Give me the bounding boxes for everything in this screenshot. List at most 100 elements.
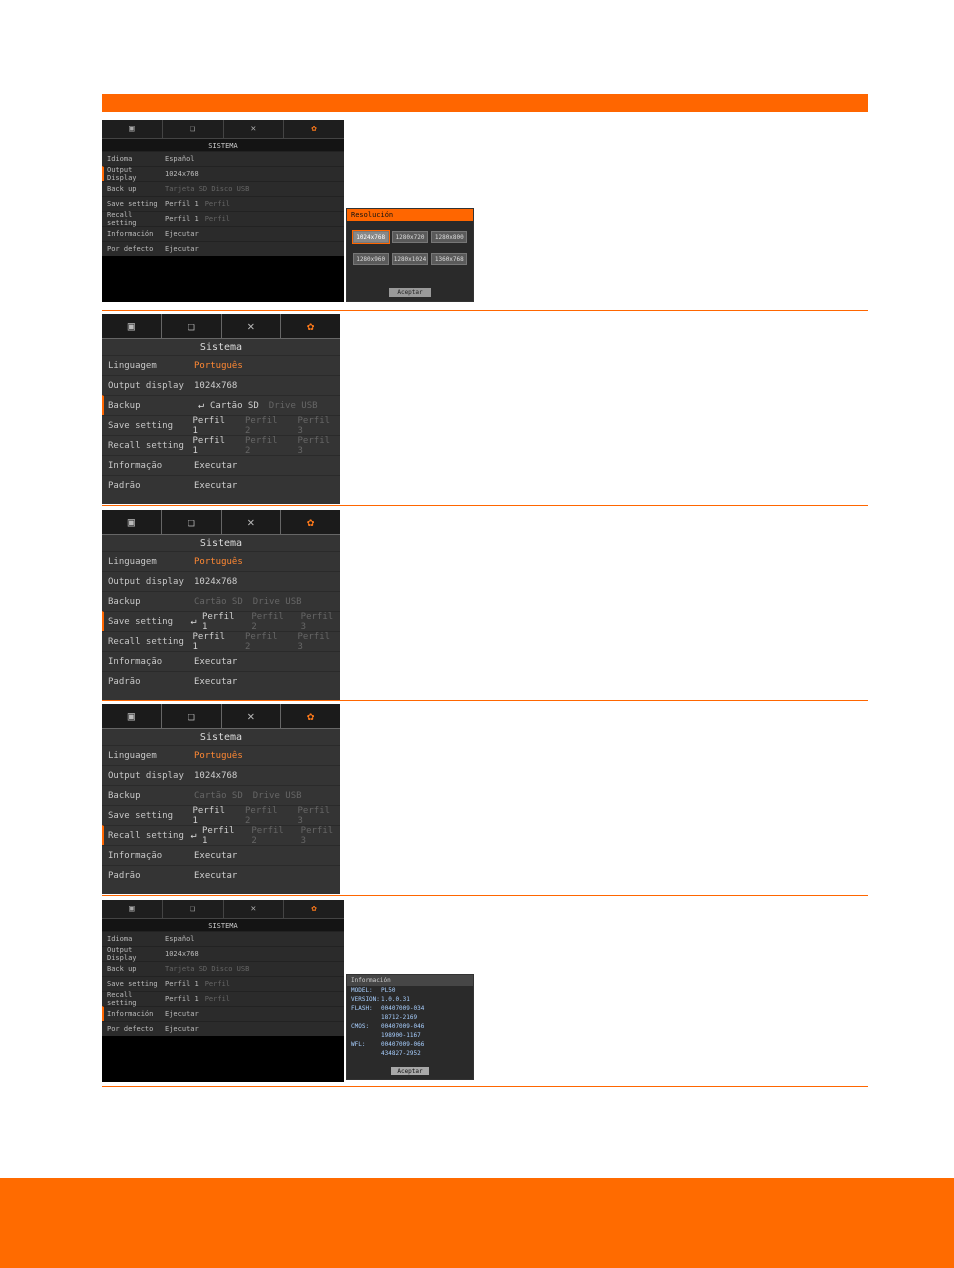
- row-recall[interactable]: Recall setting Perfil 1 Perfil: [102, 211, 344, 226]
- res-option[interactable]: 1360x768: [431, 253, 467, 265]
- tab-picture[interactable]: ▣: [102, 900, 163, 918]
- panel-5: ▣ ❏ ✕ ✿ SISTEMA Idioma Español Output Di…: [102, 900, 344, 1082]
- row-save[interactable]: Save setting Perfil 1 Perfil: [102, 196, 344, 211]
- panel-3: ▣ ❏ ✕ ✿ Sistema Linguagem Português Outp…: [102, 510, 340, 700]
- language-value: Español: [165, 155, 195, 163]
- output-label: Output display: [108, 577, 194, 587]
- row-language[interactable]: Idioma Español: [102, 151, 344, 166]
- row-output[interactable]: Output Display 1024x768: [102, 166, 344, 181]
- row-recall[interactable]: Recall setting Perfil 1 Perfil 2 Perfil …: [102, 435, 340, 455]
- row-default[interactable]: Padrão Executar: [102, 475, 340, 495]
- picture-icon: ▣: [128, 710, 135, 722]
- row-save[interactable]: Save setting Perfil 1 Perfil: [102, 976, 344, 991]
- language-label: Idioma: [107, 935, 165, 943]
- info-value: Ejecutar: [165, 1010, 199, 1018]
- row-default[interactable]: Padrão Executar: [102, 865, 340, 885]
- res-option[interactable]: 1280x960: [353, 253, 389, 265]
- tab-tools[interactable]: ✕: [224, 120, 285, 138]
- row-info[interactable]: Informação Executar: [102, 455, 340, 475]
- profile-1: Perfil 1: [202, 612, 241, 632]
- tab-tools[interactable]: ✕: [222, 704, 282, 728]
- res-option[interactable]: 1280x1024: [392, 253, 428, 265]
- row-backup[interactable]: Backup Cartão SD Drive USB: [102, 785, 340, 805]
- tab-system[interactable]: ✿: [281, 704, 340, 728]
- tab-picture[interactable]: ▣: [102, 510, 162, 534]
- row-save[interactable]: Save setting ↵ Perfil 1 Perfil 2 Perfil …: [102, 611, 340, 631]
- tab-picture[interactable]: ▣: [102, 704, 162, 728]
- row-language[interactable]: Linguagem Português: [102, 551, 340, 571]
- tab-layers[interactable]: ❏: [163, 120, 224, 138]
- tab-system[interactable]: ✿: [284, 120, 344, 138]
- tab-system[interactable]: ✿: [284, 900, 344, 918]
- backup-label: Backup: [108, 401, 194, 411]
- row-default[interactable]: Padrão Executar: [102, 671, 340, 691]
- row-backup[interactable]: Backup Cartão SD Drive USB: [102, 591, 340, 611]
- info-val: 18712-2169: [381, 1014, 417, 1021]
- tab-system[interactable]: ✿: [281, 314, 340, 338]
- row-recall[interactable]: Recall setting Perfil 1 Perfil: [102, 991, 344, 1006]
- profile-2: Perfil 2: [251, 612, 290, 632]
- panel-2: ▣ ❏ ✕ ✿ Sistema Linguagem Português Outp…: [102, 314, 340, 504]
- output-value: 1024x768: [194, 577, 237, 587]
- info-value: Executar: [194, 461, 237, 471]
- row-output[interactable]: Output display 1024x768: [102, 571, 340, 591]
- row-info[interactable]: Información Ejecutar: [102, 226, 344, 241]
- row-save[interactable]: Save setting Perfil 1 Perfil 2 Perfil 3: [102, 805, 340, 825]
- tab-layers[interactable]: ❏: [162, 510, 222, 534]
- tools-icon: ✕: [247, 320, 254, 332]
- res-option[interactable]: 1280x800: [431, 231, 467, 243]
- row-language[interactable]: Linguagem Português: [102, 355, 340, 375]
- separator: [102, 1086, 868, 1088]
- profile-1: Perfil 1: [193, 806, 236, 826]
- row-backup[interactable]: Back up Tarjeta SD Disco USB: [102, 961, 344, 976]
- row-default[interactable]: Por defecto Ejecutar: [102, 241, 344, 256]
- recall-value2: Perfil: [205, 215, 230, 223]
- gear-icon: ✿: [307, 710, 314, 722]
- res-option[interactable]: 1280x720: [392, 231, 428, 243]
- tab-tools[interactable]: ✕: [222, 510, 282, 534]
- row-output[interactable]: Output display 1024x768: [102, 375, 340, 395]
- row-default[interactable]: Por defecto Ejecutar: [102, 1021, 344, 1036]
- tab-layers[interactable]: ❏: [162, 704, 222, 728]
- row-info[interactable]: Informação Executar: [102, 651, 340, 671]
- save-value2: Perfil: [205, 200, 230, 208]
- row-language[interactable]: Idioma Español: [102, 931, 344, 946]
- info-key: WFL:: [351, 1041, 381, 1048]
- row-output[interactable]: Output Display 1024x768: [102, 946, 344, 961]
- output-label: Output Display: [107, 946, 165, 962]
- row-backup[interactable]: Backup ↵ Cartão SD Drive USB: [102, 395, 340, 415]
- row-info[interactable]: Informação Executar: [102, 845, 340, 865]
- default-value: Ejecutar: [165, 245, 199, 253]
- accept-button[interactable]: Aceptar: [391, 1067, 429, 1075]
- separator: [102, 700, 868, 702]
- tab-tools[interactable]: ✕: [224, 900, 285, 918]
- information-popup: Información MODEL:PL50 VERSION:1.0.0.31 …: [346, 974, 474, 1080]
- row-output[interactable]: Output display 1024x768: [102, 765, 340, 785]
- row-recall[interactable]: Recall setting Perfil 1 Perfil 2 Perfil …: [102, 631, 340, 651]
- row-save[interactable]: Save setting Perfil 1 Perfil 2 Perfil 3: [102, 415, 340, 435]
- tab-picture[interactable]: ▣: [102, 314, 162, 338]
- tab-picture[interactable]: ▣: [102, 120, 163, 138]
- save-value1: Perfil 1: [165, 980, 199, 988]
- backup-value-1: Cartão SD: [194, 597, 243, 607]
- tab-layers[interactable]: ❏: [162, 314, 222, 338]
- tab-layers[interactable]: ❏: [163, 900, 224, 918]
- row-info[interactable]: Información Ejecutar: [102, 1006, 344, 1021]
- row-language[interactable]: Linguagem Português: [102, 745, 340, 765]
- row-recall[interactable]: Recall setting ↵ Perfil 1 Perfil 2 Perfi…: [102, 825, 340, 845]
- accept-button[interactable]: Aceptar: [389, 288, 431, 297]
- default-label: Padrão: [108, 481, 194, 491]
- gear-icon: ✿: [307, 516, 314, 528]
- tab-system[interactable]: ✿: [281, 510, 340, 534]
- res-option[interactable]: 1024x768: [353, 231, 389, 243]
- recall-label: Recall setting: [107, 211, 165, 227]
- language-value: Português: [194, 361, 243, 371]
- enter-arrow-icon: ↵: [194, 401, 208, 411]
- recall-label: Recall setting: [107, 991, 165, 1007]
- backup-value-1: Cartão SD: [210, 401, 259, 411]
- tab-tools[interactable]: ✕: [222, 314, 282, 338]
- info-key: VERSION:: [351, 996, 381, 1003]
- row-backup[interactable]: Back up Tarjeta SD Disco USB: [102, 181, 344, 196]
- info-val: 434827-2952: [381, 1050, 421, 1057]
- profile-2: Perfil 2: [245, 632, 288, 652]
